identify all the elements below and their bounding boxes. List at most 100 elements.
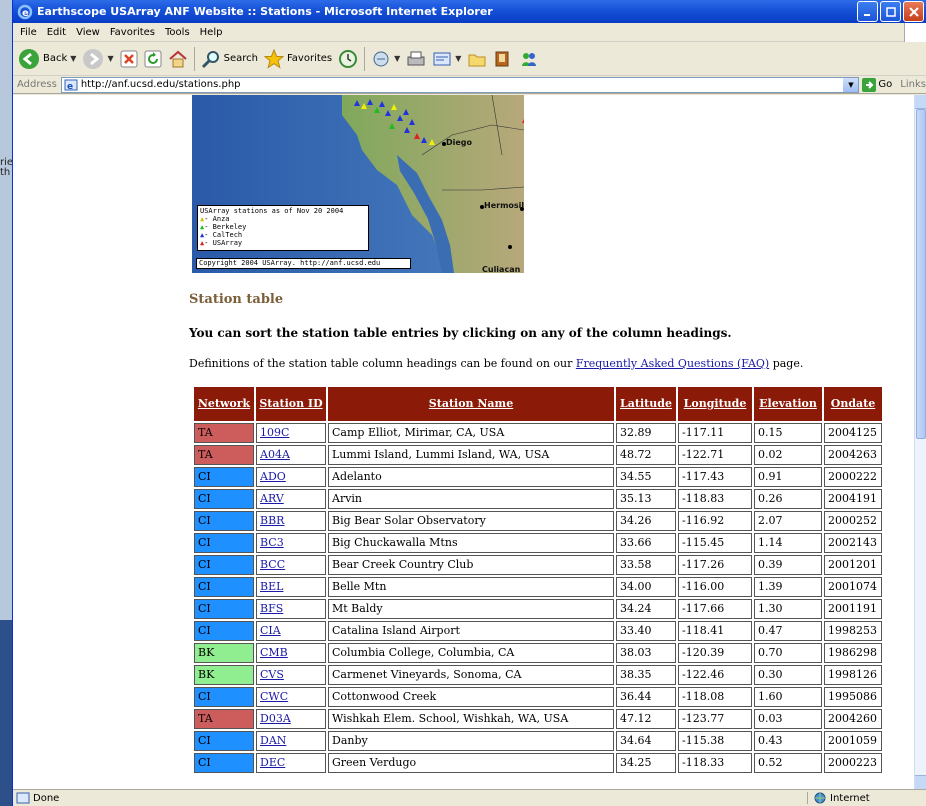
network-cell: CI [194, 731, 254, 751]
messenger-button[interactable] [516, 45, 542, 73]
folder-button[interactable] [464, 45, 490, 73]
network-cell: CI [194, 533, 254, 553]
faq-link[interactable]: Frequently Asked Questions (FAQ) [576, 357, 769, 370]
address-bar: Address e http://anf.ucsd.edu/stations.p… [13, 76, 926, 94]
station-id-link[interactable]: ADO [260, 470, 286, 483]
table-row: TA 109C Camp Elliot, Mirimar, CA, USA 32.89… [194, 423, 882, 443]
col-header-network[interactable]: Network [194, 387, 254, 421]
elevation-cell: 2.07 [754, 511, 822, 531]
scroll-down-icon[interactable] [915, 775, 926, 789]
station-name-cell: Adelanto [328, 467, 614, 487]
edit-dropdown-icon[interactable]: ▼ [455, 54, 461, 63]
station-id-link[interactable]: BBR [260, 514, 284, 527]
station-name-cell: Mt Baldy [328, 599, 614, 619]
page-icon: e [64, 79, 78, 91]
station-id-link[interactable]: DAN [260, 734, 286, 747]
search-button[interactable]: Search [198, 45, 261, 73]
address-field[interactable]: e http://anf.ucsd.edu/stations.php ▼ [60, 76, 860, 93]
title-bar[interactable]: e Earthscope USArray ANF Website :: Stat… [13, 0, 926, 23]
station-name-cell: Big Bear Solar Observatory [328, 511, 614, 531]
station-id-link[interactable]: CIA [260, 624, 281, 637]
elevation-cell: 0.15 [754, 423, 822, 443]
station-id-link[interactable]: BC3 [260, 536, 284, 549]
menu-file[interactable]: File [15, 27, 42, 38]
map-copyright: Copyright 2004 USArray. http://anf.ucsd.… [196, 258, 411, 269]
menu-view[interactable]: View [71, 27, 105, 38]
history-button[interactable] [335, 45, 361, 73]
ondate-cell: 2001074 [824, 577, 882, 597]
search-icon [201, 50, 219, 68]
network-cell: CI [194, 621, 254, 641]
map-city-label: Diego [446, 138, 473, 147]
menu-bar: File Edit View Favorites Tools Help [13, 23, 926, 42]
menu-help[interactable]: Help [195, 27, 228, 38]
menu-tools[interactable]: Tools [160, 27, 195, 38]
latitude-cell: 34.00 [616, 577, 676, 597]
legend-item-usarray: ▲- USArray [200, 239, 243, 247]
home-button[interactable] [165, 45, 191, 73]
station-id-link[interactable]: CVS [260, 668, 284, 681]
table-row: TA A04A Lummi Island, Lummi Island, WA, US… [194, 445, 882, 465]
refresh-button[interactable] [141, 45, 165, 73]
vertical-scrollbar[interactable] [914, 95, 926, 789]
station-id-cell: BCC [256, 555, 326, 575]
station-id-link[interactable]: A04A [260, 448, 290, 461]
station-id-link[interactable]: 109C [260, 426, 289, 439]
station-id-link[interactable]: BFS [260, 602, 283, 615]
station-id-cell: A04A [256, 445, 326, 465]
go-button[interactable]: Go [862, 77, 892, 92]
home-icon [168, 50, 187, 67]
research-button[interactable] [490, 45, 516, 73]
forward-dropdown-icon[interactable]: ▼ [107, 54, 113, 63]
table-row: CI BBR Big Bear Solar Observatory 34.26 -116… [194, 511, 882, 531]
back-button[interactable]: Back ▼ [15, 45, 79, 73]
folder-icon [468, 54, 486, 66]
elevation-cell: 0.91 [754, 467, 822, 487]
favorites-button[interactable]: Favorites [261, 45, 335, 73]
print-button[interactable] [403, 45, 429, 73]
scroll-thumb[interactable] [916, 109, 926, 439]
col-header-ondate[interactable]: Ondate [824, 387, 882, 421]
station-id-link[interactable]: CWC [260, 690, 288, 703]
address-dropdown-icon[interactable]: ▼ [843, 77, 859, 92]
section-title: Station table [189, 292, 284, 307]
close-button[interactable] [903, 1, 924, 22]
legend-item-berkeley: ▲- Berkeley [200, 223, 247, 231]
mail-dropdown-icon[interactable]: ▼ [394, 54, 400, 63]
col-header-station-id[interactable]: Station ID [256, 387, 326, 421]
station-id-link[interactable]: DEC [260, 756, 285, 769]
edit-button[interactable]: ▼ [429, 45, 464, 73]
station-id-cell: ADO [256, 467, 326, 487]
minimize-icon [863, 13, 870, 16]
minimize-button[interactable] [857, 1, 878, 22]
maximize-button[interactable] [880, 1, 901, 22]
back-dropdown-icon[interactable]: ▼ [70, 54, 76, 63]
forward-button[interactable]: ▼ [79, 45, 116, 73]
stop-button[interactable] [117, 45, 141, 73]
menu-favorites[interactable]: Favorites [105, 27, 160, 38]
links-button[interactable]: Links [900, 79, 926, 90]
edit-page-icon [433, 52, 451, 65]
mail-button[interactable]: ▼ [368, 45, 403, 73]
menu-edit[interactable]: Edit [42, 27, 71, 38]
col-header-longitude[interactable]: Longitude [678, 387, 752, 421]
station-id-link[interactable]: BCC [260, 558, 285, 571]
table-row: CI CWC Cottonwood Creek 36.44 -118.08 1.60 199… [194, 687, 882, 707]
col-header-station-name[interactable]: Station Name [328, 387, 614, 421]
zone-label: Internet [830, 792, 870, 804]
station-id-link[interactable]: ARV [260, 492, 284, 505]
station-id-link[interactable]: CMB [260, 646, 288, 659]
elevation-cell: 0.26 [754, 489, 822, 509]
col-header-latitude[interactable]: Latitude [616, 387, 676, 421]
station-id-cell: CMB [256, 643, 326, 663]
station-id-link[interactable]: BEL [260, 580, 283, 593]
address-url[interactable]: http://anf.ucsd.edu/stations.php [81, 79, 241, 90]
station-id-link[interactable]: D03A [260, 712, 291, 725]
ondate-cell: 2000252 [824, 511, 882, 531]
address-label: Address [17, 79, 57, 90]
latitude-cell: 36.44 [616, 687, 676, 707]
station-id-cell: DAN [256, 731, 326, 751]
col-header-elevation[interactable]: Elevation [754, 387, 822, 421]
scroll-up-icon[interactable] [915, 95, 926, 109]
page-viewport[interactable]: Diego Hermosillo Culiacan USArray statio… [13, 95, 915, 789]
